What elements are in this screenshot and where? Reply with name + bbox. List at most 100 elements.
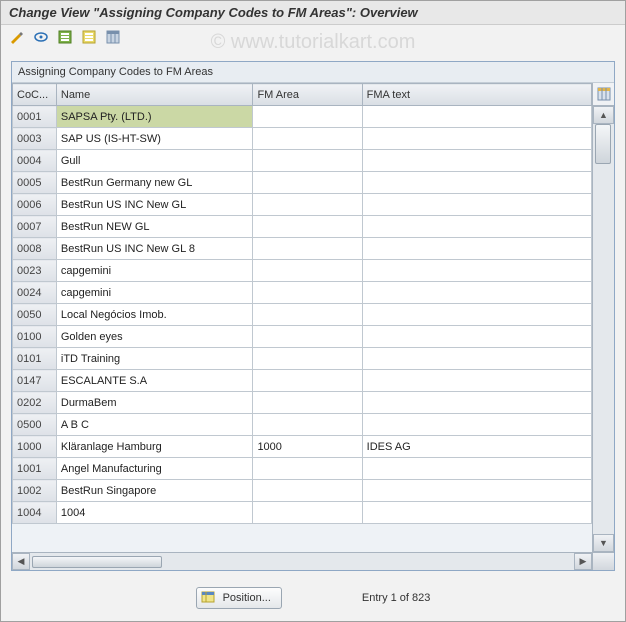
cell-cocode[interactable]: 1004 [13,502,57,524]
cell-fmarea[interactable] [253,370,362,392]
cell-fmatext[interactable] [362,502,591,524]
cell-fmarea[interactable] [253,172,362,194]
table-settings-icon[interactable] [103,28,123,46]
cell-fmarea[interactable] [253,106,362,128]
table-row[interactable]: 0101iTD Training [13,348,592,370]
horizontal-scrollbar[interactable]: ◀ ▶ [12,553,592,570]
col-fmarea[interactable]: FM Area [253,84,362,106]
cell-fmatext[interactable]: IDES AG [362,436,591,458]
cell-name[interactable]: BestRun Singapore [56,480,253,502]
cell-cocode[interactable]: 0008 [13,238,57,260]
scroll-down-icon[interactable]: ▼ [593,534,614,552]
cell-cocode[interactable]: 0202 [13,392,57,414]
table-row[interactable]: 1002BestRun Singapore [13,480,592,502]
table-row[interactable]: 0005BestRun Germany new GL [13,172,592,194]
select-all-icon[interactable] [55,28,75,46]
cell-fmarea[interactable] [253,128,362,150]
cell-fmatext[interactable] [362,106,591,128]
other-view-icon[interactable] [31,28,51,46]
cell-name[interactable]: DurmaBem [56,392,253,414]
cell-fmatext[interactable] [362,458,591,480]
cell-fmarea[interactable] [253,304,362,326]
table-row[interactable]: 0202DurmaBem [13,392,592,414]
col-cocode[interactable]: CoC... [13,84,57,106]
cell-cocode[interactable]: 0024 [13,282,57,304]
table-row[interactable]: 0147ESCALANTE S.A [13,370,592,392]
cell-fmarea[interactable] [253,216,362,238]
cell-fmatext[interactable] [362,128,591,150]
table-row[interactable]: 0007BestRun NEW GL [13,216,592,238]
cell-fmatext[interactable] [362,414,591,436]
cell-fmarea[interactable] [253,238,362,260]
scroll-thumb[interactable] [595,124,611,164]
vertical-scrollbar[interactable]: ▲ ▼ [593,106,614,552]
cell-cocode[interactable]: 0001 [13,106,57,128]
cell-name[interactable]: Local Negócios Imob. [56,304,253,326]
cell-cocode[interactable]: 0006 [13,194,57,216]
cell-fmarea[interactable] [253,326,362,348]
cell-fmatext[interactable] [362,282,591,304]
cell-cocode[interactable]: 0147 [13,370,57,392]
cell-fmatext[interactable] [362,172,591,194]
cell-name[interactable]: SAPSA Pty. (LTD.) [56,106,253,128]
position-button[interactable]: Position... [196,587,282,609]
col-fmatext[interactable]: FMA text [362,84,591,106]
cell-cocode[interactable]: 0003 [13,128,57,150]
cell-fmatext[interactable] [362,194,591,216]
table-row[interactable]: 0050Local Negócios Imob. [13,304,592,326]
table-row[interactable]: 0500A B C [13,414,592,436]
table-row[interactable]: 0006BestRun US INC New GL [13,194,592,216]
cell-name[interactable]: Angel Manufacturing [56,458,253,480]
toggle-display-change-icon[interactable] [7,28,27,46]
cell-name[interactable]: Gull [56,150,253,172]
table-row[interactable]: 0008BestRun US INC New GL 8 [13,238,592,260]
cell-name[interactable]: BestRun US INC New GL 8 [56,238,253,260]
cell-fmatext[interactable] [362,480,591,502]
cell-cocode[interactable]: 1001 [13,458,57,480]
table-row[interactable]: 1001Angel Manufacturing [13,458,592,480]
cell-fmarea[interactable] [253,458,362,480]
cell-name[interactable]: capgemini [56,282,253,304]
cell-fmatext[interactable] [362,304,591,326]
table-row[interactable]: 10041004 [13,502,592,524]
table-row[interactable]: 1000Kläranlage Hamburg1000IDES AG [13,436,592,458]
hscroll-right-icon[interactable]: ▶ [574,553,592,570]
cell-fmarea[interactable] [253,480,362,502]
cell-cocode[interactable]: 0050 [13,304,57,326]
cell-name[interactable]: 1004 [56,502,253,524]
cell-fmatext[interactable] [362,370,591,392]
table-row[interactable]: 0024capgemini [13,282,592,304]
cell-cocode[interactable]: 0005 [13,172,57,194]
table-row[interactable]: 0001SAPSA Pty. (LTD.) [13,106,592,128]
cell-fmarea[interactable] [253,194,362,216]
table-row[interactable]: 0003SAP US (IS-HT-SW) [13,128,592,150]
cell-fmatext[interactable] [362,326,591,348]
cell-name[interactable]: BestRun NEW GL [56,216,253,238]
hscroll-left-icon[interactable]: ◀ [12,553,30,570]
cell-fmarea[interactable] [253,502,362,524]
cell-name[interactable]: ESCALANTE S.A [56,370,253,392]
cell-fmarea[interactable] [253,282,362,304]
cell-name[interactable]: iTD Training [56,348,253,370]
cell-cocode[interactable]: 0023 [13,260,57,282]
col-name[interactable]: Name [56,84,253,106]
table-row[interactable]: 0004Gull [13,150,592,172]
cell-fmarea[interactable] [253,260,362,282]
cell-name[interactable]: SAP US (IS-HT-SW) [56,128,253,150]
cell-fmarea[interactable]: 1000 [253,436,362,458]
cell-fmatext[interactable] [362,392,591,414]
cell-fmarea[interactable] [253,150,362,172]
hscroll-thumb[interactable] [32,556,162,568]
cell-cocode[interactable]: 1002 [13,480,57,502]
cell-cocode[interactable]: 0007 [13,216,57,238]
cell-cocode[interactable]: 0101 [13,348,57,370]
cell-fmarea[interactable] [253,414,362,436]
cell-name[interactable]: capgemini [56,260,253,282]
cell-fmatext[interactable] [362,238,591,260]
cell-name[interactable]: BestRun Germany new GL [56,172,253,194]
cell-cocode[interactable]: 0100 [13,326,57,348]
cell-fmatext[interactable] [362,150,591,172]
cell-fmarea[interactable] [253,348,362,370]
cell-fmatext[interactable] [362,216,591,238]
cell-name[interactable]: Golden eyes [56,326,253,348]
